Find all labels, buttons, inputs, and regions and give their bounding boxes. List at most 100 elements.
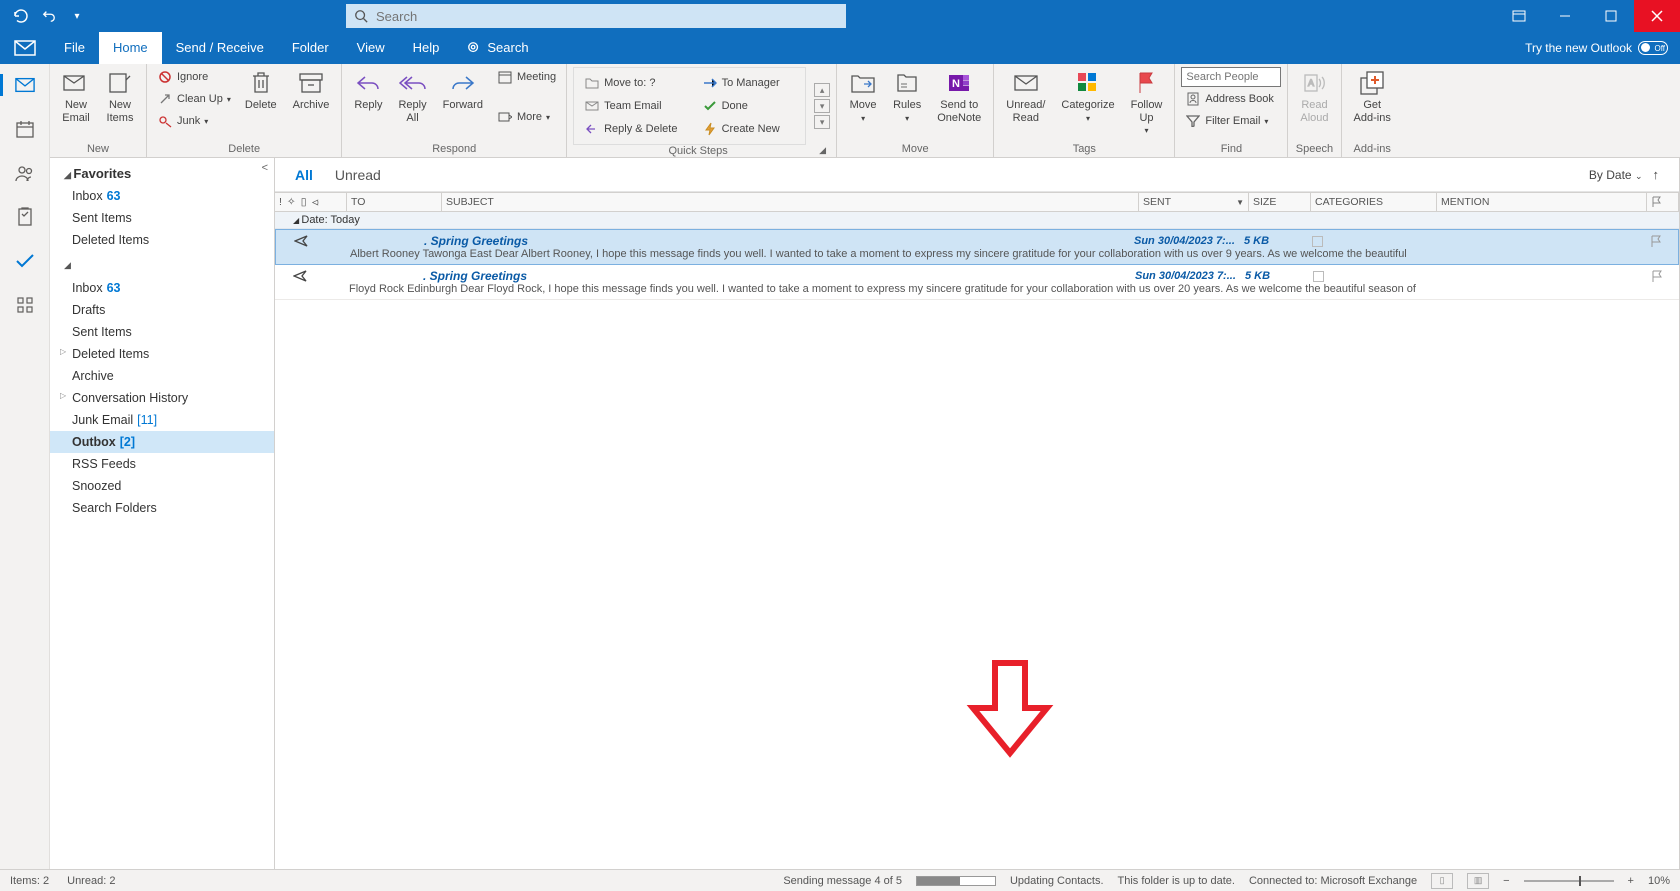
- flag-icon: [1132, 69, 1160, 97]
- qs-team-email[interactable]: Team Email: [580, 95, 682, 116]
- calendar-icon[interactable]: [14, 118, 36, 140]
- send-to-onenote-button[interactable]: NSend to OneNote: [931, 67, 987, 126]
- tab-help[interactable]: Help: [399, 32, 454, 64]
- get-addins-button[interactable]: Get Add-ins: [1348, 67, 1397, 126]
- tab-view[interactable]: View: [343, 32, 399, 64]
- unread-read-button[interactable]: Unread/ Read: [1000, 67, 1051, 126]
- folder-sent-items[interactable]: Sent Items: [50, 321, 274, 343]
- folder-search-folders[interactable]: Search Folders: [50, 497, 274, 519]
- favorite-folder-deleted-items[interactable]: Deleted Items: [50, 229, 274, 251]
- search-people-input[interactable]: [1181, 67, 1281, 87]
- favorite-folder-sent-items[interactable]: Sent Items: [50, 207, 274, 229]
- archive-button[interactable]: Archive: [287, 67, 336, 114]
- todo-icon[interactable]: [14, 250, 36, 272]
- account-header[interactable]: [50, 251, 274, 277]
- search-input[interactable]: [376, 9, 838, 24]
- mail-icon[interactable]: [0, 74, 50, 96]
- col-categories[interactable]: CATEGORIES: [1311, 193, 1437, 211]
- qs-move-to[interactable]: Move to: ?: [580, 72, 682, 93]
- folder-junk-email[interactable]: Junk Email [11]: [50, 409, 274, 431]
- folder-deleted-items[interactable]: Deleted Items: [50, 343, 274, 365]
- zoom-in[interactable]: +: [1628, 875, 1634, 887]
- folder-conversation-history[interactable]: Conversation History: [50, 387, 274, 409]
- sort-direction[interactable]: ↑: [1653, 167, 1660, 182]
- message-row[interactable]: . Spring GreetingsSun 30/04/2023 7:...5 …: [275, 265, 1679, 300]
- message-category[interactable]: [1307, 271, 1433, 282]
- undo-icon[interactable]: [40, 7, 58, 25]
- tab-folder[interactable]: Folder: [278, 32, 343, 64]
- junk-button[interactable]: Junk▾: [153, 111, 235, 131]
- col-flag[interactable]: [1647, 193, 1679, 211]
- col-icons[interactable]: !✧▯⏿: [275, 193, 347, 211]
- qs-done[interactable]: Done: [698, 95, 800, 116]
- search-bar[interactable]: [346, 4, 846, 28]
- collapse-folder-pane[interactable]: <: [262, 162, 268, 174]
- col-to[interactable]: TO: [347, 193, 442, 211]
- folder-outbox[interactable]: Outbox [2]: [50, 431, 274, 453]
- clean-up-button[interactable]: Clean Up▾: [153, 89, 235, 109]
- tab-home[interactable]: Home: [99, 32, 162, 64]
- rules-button[interactable]: Rules▾: [887, 67, 927, 125]
- tab-search[interactable]: Search: [453, 32, 542, 64]
- delete-button[interactable]: Delete: [239, 67, 283, 114]
- col-sent[interactable]: SENT▼: [1139, 193, 1249, 211]
- tab-send-receive[interactable]: Send / Receive: [162, 32, 278, 64]
- tab-file[interactable]: File: [50, 32, 99, 64]
- group-date-today[interactable]: Date: Today: [275, 212, 1679, 229]
- new-email-button[interactable]: New Email: [56, 67, 96, 126]
- address-book-button[interactable]: Address Book: [1181, 89, 1281, 109]
- col-size[interactable]: SIZE: [1249, 193, 1311, 211]
- respond-more-button[interactable]: More▾: [493, 107, 560, 127]
- folder-archive[interactable]: Archive: [50, 365, 274, 387]
- zoom-slider[interactable]: [1524, 880, 1614, 882]
- qs-to-manager[interactable]: To Manager: [698, 72, 800, 93]
- favorite-folder-inbox[interactable]: Inbox 63: [50, 185, 274, 207]
- quicksteps-scroll[interactable]: ▴▾▾: [814, 67, 830, 145]
- more-apps-icon[interactable]: [14, 294, 36, 316]
- try-new-outlook-toggle[interactable]: Off: [1638, 41, 1668, 55]
- view-reading-button[interactable]: ▥: [1467, 873, 1489, 889]
- folder-rss-feeds[interactable]: RSS Feeds: [50, 453, 274, 475]
- favorites-header[interactable]: Favorites: [50, 162, 274, 185]
- status-connected: Connected to: Microsoft Exchange: [1249, 875, 1417, 887]
- message-row[interactable]: . Spring GreetingsSun 30/04/2023 7:...5 …: [275, 229, 1679, 265]
- qs-reply-delete[interactable]: Reply & Delete: [580, 119, 682, 140]
- view-normal-button[interactable]: ▯: [1431, 873, 1453, 889]
- refresh-icon[interactable]: [12, 7, 30, 25]
- message-category[interactable]: [1306, 236, 1432, 247]
- folder-snoozed[interactable]: Snoozed: [50, 475, 274, 497]
- forward-button[interactable]: Forward: [437, 67, 489, 114]
- col-mention[interactable]: MENTION: [1437, 193, 1647, 211]
- zoom-out[interactable]: −: [1503, 875, 1509, 887]
- folder-inbox[interactable]: Inbox 63: [50, 277, 274, 299]
- message-flag[interactable]: [1643, 270, 1671, 283]
- qat-dropdown-icon[interactable]: ▾: [68, 7, 86, 25]
- filter-all[interactable]: All: [295, 167, 313, 183]
- categorize-button[interactable]: Categorize▾: [1055, 67, 1120, 125]
- mail-module-icon[interactable]: [0, 32, 50, 64]
- try-new-outlook[interactable]: Try the new Outlook Off: [1525, 41, 1680, 55]
- follow-up-button[interactable]: Follow Up▾: [1125, 67, 1169, 137]
- message-size: 5 KB: [1245, 270, 1307, 282]
- sort-by-date[interactable]: By Date ⌄: [1589, 168, 1643, 182]
- folder-drafts[interactable]: Drafts: [50, 299, 274, 321]
- ignore-button[interactable]: Ignore: [153, 67, 235, 87]
- filter-email-button[interactable]: Filter Email▾: [1181, 111, 1281, 131]
- filter-unread[interactable]: Unread: [335, 167, 381, 183]
- ribbon-display-button[interactable]: [1496, 0, 1542, 32]
- col-subject[interactable]: SUBJECT: [442, 193, 1139, 211]
- tasks-icon[interactable]: [14, 206, 36, 228]
- reply-button[interactable]: Reply: [348, 67, 388, 114]
- minimize-button[interactable]: [1542, 0, 1588, 32]
- maximize-button[interactable]: [1588, 0, 1634, 32]
- message-flag[interactable]: [1642, 235, 1670, 248]
- move-button[interactable]: Move▾: [843, 67, 883, 125]
- lightning-icon: [702, 121, 718, 137]
- meeting-button[interactable]: Meeting: [493, 67, 560, 87]
- reply-all-button[interactable]: Reply All: [392, 67, 432, 126]
- close-button[interactable]: [1634, 0, 1680, 32]
- qs-create-new[interactable]: Create New: [698, 119, 800, 140]
- people-icon[interactable]: [14, 162, 36, 184]
- quicksteps-launcher-icon[interactable]: ◢: [819, 145, 826, 157]
- new-items-button[interactable]: New Items: [100, 67, 140, 126]
